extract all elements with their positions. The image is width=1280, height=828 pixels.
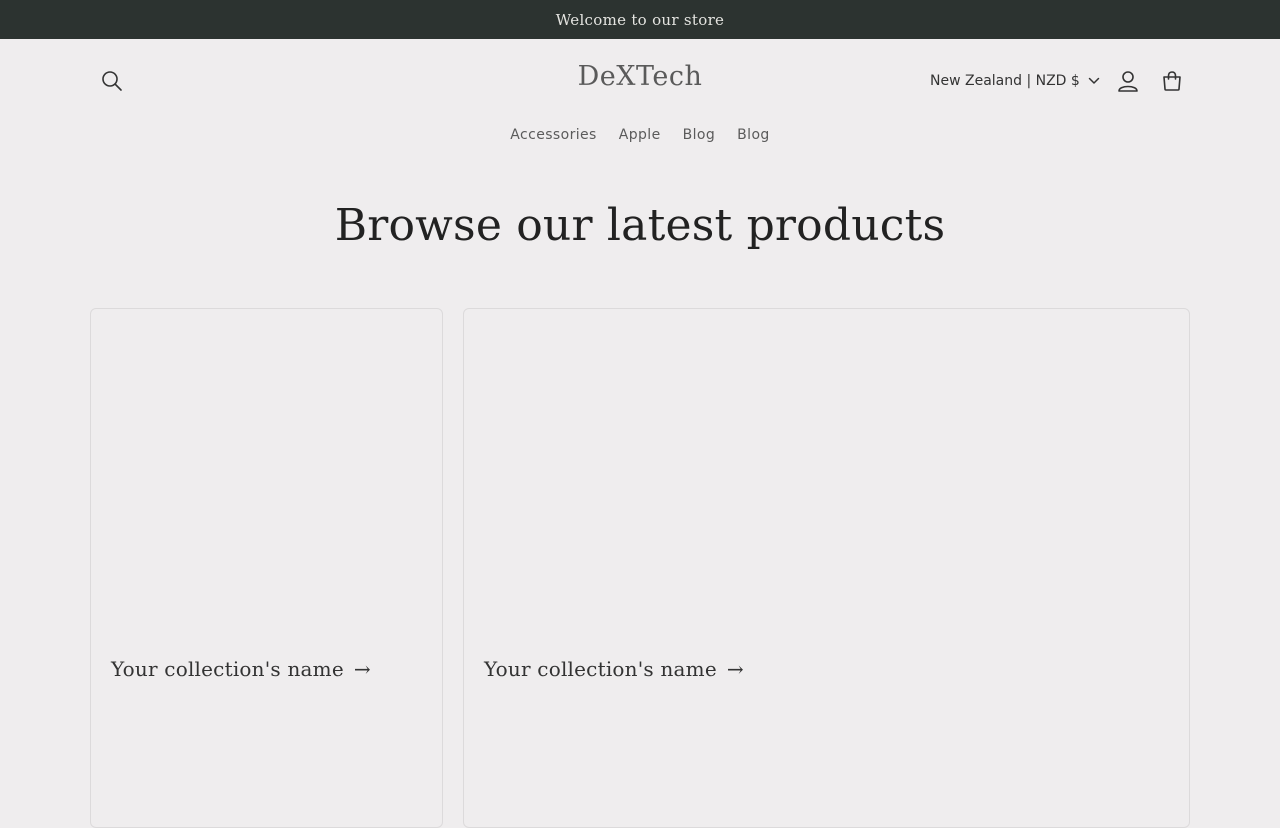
main-nav: Accessories Apple Blog Blog	[0, 121, 1280, 149]
nav-item-apple[interactable]: Apple	[608, 123, 672, 147]
site-header: DeXTech New Zealand | NZD $	[0, 39, 1280, 121]
announcement-text: Welcome to our store	[555, 10, 725, 29]
chevron-down-icon	[1088, 77, 1100, 84]
cart-button[interactable]	[1150, 59, 1194, 103]
account-icon	[1118, 71, 1138, 92]
country-selector-label: New Zealand | NZD $	[930, 73, 1080, 89]
collection-card[interactable]: Your collection's name →	[463, 308, 1190, 828]
arrow-right-icon: →	[353, 657, 371, 681]
section-heading: Browse our latest products	[334, 200, 946, 251]
collection-title: Your collection's name	[484, 657, 717, 681]
arrow-right-icon: →	[726, 657, 744, 681]
cart-icon	[1163, 71, 1181, 91]
nav-item-blog-2[interactable]: Blog	[726, 123, 781, 147]
country-selector[interactable]: New Zealand | NZD $	[930, 67, 1100, 95]
announcement-bar: Welcome to our store	[0, 0, 1280, 39]
collection-link[interactable]: Your collection's name →	[484, 657, 744, 681]
collection-link[interactable]: Your collection's name →	[111, 657, 371, 681]
collection-card[interactable]: Your collection's name →	[90, 308, 443, 828]
nav-item-blog[interactable]: Blog	[672, 123, 727, 147]
search-icon	[102, 71, 122, 91]
store-logo[interactable]: DeXTech	[540, 61, 740, 92]
collection-title: Your collection's name	[111, 657, 344, 681]
search-button[interactable]	[90, 59, 134, 103]
account-button[interactable]	[1106, 59, 1150, 103]
nav-item-accessories[interactable]: Accessories	[499, 123, 607, 147]
